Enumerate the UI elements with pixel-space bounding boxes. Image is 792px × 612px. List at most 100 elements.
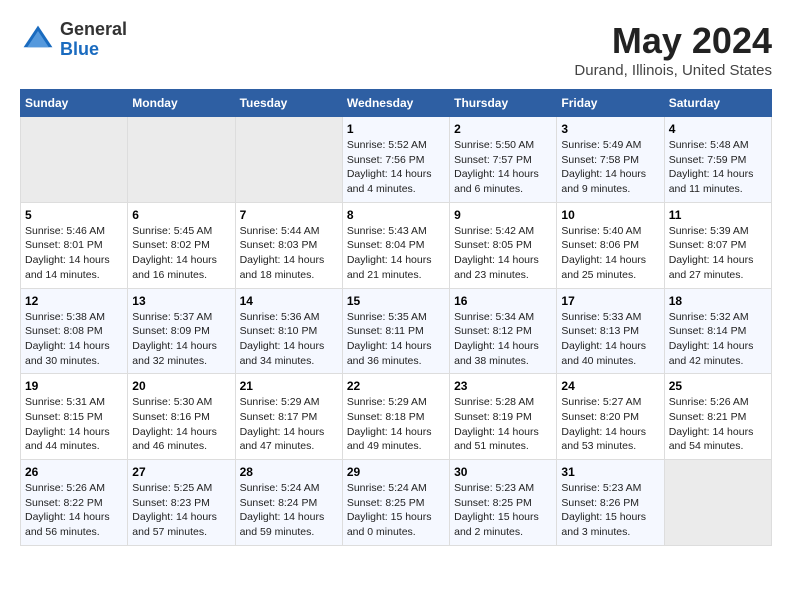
day-info: Sunrise: 5:34 AM Sunset: 8:12 PM Dayligh… — [454, 310, 552, 369]
day-number: 22 — [347, 379, 445, 393]
day-info: Sunrise: 5:36 AM Sunset: 8:10 PM Dayligh… — [240, 310, 338, 369]
calendar-cell: 11 Sunrise: 5:39 AM Sunset: 8:07 PM Dayli… — [664, 202, 771, 288]
day-info: Sunrise: 5:37 AM Sunset: 8:09 PM Dayligh… — [132, 310, 230, 369]
day-number: 19 — [25, 379, 123, 393]
day-number: 27 — [132, 465, 230, 479]
calendar-cell — [21, 117, 128, 203]
calendar-cell: 19 Sunrise: 5:31 AM Sunset: 8:15 PM Dayli… — [21, 374, 128, 460]
calendar-cell: 31 Sunrise: 5:23 AM Sunset: 8:26 PM Dayli… — [557, 460, 664, 546]
calendar-cell: 20 Sunrise: 5:30 AM Sunset: 8:16 PM Dayli… — [128, 374, 235, 460]
calendar-cell: 7 Sunrise: 5:44 AM Sunset: 8:03 PM Daylig… — [235, 202, 342, 288]
calendar-cell: 23Sunrise: 5:28 AM Sunset: 8:19 PM Dayli… — [450, 374, 557, 460]
weekday-header-sunday: Sunday — [21, 90, 128, 117]
calendar-cell: 1Sunrise: 5:52 AM Sunset: 7:56 PM Daylig… — [342, 117, 449, 203]
calendar-week-row: 1Sunrise: 5:52 AM Sunset: 7:56 PM Daylig… — [21, 117, 772, 203]
day-info: Sunrise: 5:48 AM Sunset: 7:59 PM Dayligh… — [669, 138, 767, 197]
calendar-cell: 8 Sunrise: 5:43 AM Sunset: 8:04 PM Daylig… — [342, 202, 449, 288]
calendar-cell — [664, 460, 771, 546]
day-number: 7 — [240, 208, 338, 222]
day-number: 14 — [240, 294, 338, 308]
day-number: 26 — [25, 465, 123, 479]
day-number: 18 — [669, 294, 767, 308]
calendar-cell: 22Sunrise: 5:29 AM Sunset: 8:18 PM Dayli… — [342, 374, 449, 460]
day-number: 28 — [240, 465, 338, 479]
weekday-header-row: SundayMondayTuesdayWednesdayThursdayFrid… — [21, 90, 772, 117]
day-number: 12 — [25, 294, 123, 308]
calendar-cell: 17 Sunrise: 5:33 AM Sunset: 8:13 PM Dayli… — [557, 288, 664, 374]
day-number: 9 — [454, 208, 552, 222]
calendar-cell: 27 Sunrise: 5:25 AM Sunset: 8:23 PM Dayli… — [128, 460, 235, 546]
day-info: Sunrise: 5:43 AM Sunset: 8:04 PM Dayligh… — [347, 224, 445, 283]
calendar-cell — [235, 117, 342, 203]
calendar-cell: 5Sunrise: 5:46 AM Sunset: 8:01 PM Daylig… — [21, 202, 128, 288]
day-info: Sunrise: 5:27 AM Sunset: 8:20 PM Dayligh… — [561, 395, 659, 454]
day-number: 24 — [561, 379, 659, 393]
calendar-cell: 10Sunrise: 5:40 AM Sunset: 8:06 PM Dayli… — [557, 202, 664, 288]
day-number: 31 — [561, 465, 659, 479]
day-number: 4 — [669, 122, 767, 136]
calendar-cell: 16Sunrise: 5:34 AM Sunset: 8:12 PM Dayli… — [450, 288, 557, 374]
calendar-cell: 12 Sunrise: 5:38 AM Sunset: 8:08 PM Dayli… — [21, 288, 128, 374]
day-info: Sunrise: 5:50 AM Sunset: 7:57 PM Dayligh… — [454, 138, 552, 197]
day-info: Sunrise: 5:30 AM Sunset: 8:16 PM Dayligh… — [132, 395, 230, 454]
main-title: May 2024 — [574, 20, 772, 62]
day-info: Sunrise: 5:23 AM Sunset: 8:25 PM Dayligh… — [454, 481, 552, 540]
day-number: 11 — [669, 208, 767, 222]
day-info: Sunrise: 5:39 AM Sunset: 8:07 PM Dayligh… — [669, 224, 767, 283]
calendar-cell: 25 Sunrise: 5:26 AM Sunset: 8:21 PM Dayli… — [664, 374, 771, 460]
title-block: May 2024 Durand, Illinois, United States — [574, 20, 772, 79]
calendar-cell: 2 Sunrise: 5:50 AM Sunset: 7:57 PM Daylig… — [450, 117, 557, 203]
day-info: Sunrise: 5:42 AM Sunset: 8:05 PM Dayligh… — [454, 224, 552, 283]
day-number: 25 — [669, 379, 767, 393]
weekday-header-tuesday: Tuesday — [235, 90, 342, 117]
calendar-table: SundayMondayTuesdayWednesdayThursdayFrid… — [20, 89, 772, 546]
weekday-header-monday: Monday — [128, 90, 235, 117]
calendar-cell: 9 Sunrise: 5:42 AM Sunset: 8:05 PM Daylig… — [450, 202, 557, 288]
calendar-cell: 4 Sunrise: 5:48 AM Sunset: 7:59 PM Daylig… — [664, 117, 771, 203]
calendar-week-row: 26 Sunrise: 5:26 AM Sunset: 8:22 PM Dayli… — [21, 460, 772, 546]
day-number: 2 — [454, 122, 552, 136]
day-info: Sunrise: 5:45 AM Sunset: 8:02 PM Dayligh… — [132, 224, 230, 283]
day-info: Sunrise: 5:38 AM Sunset: 8:08 PM Dayligh… — [25, 310, 123, 369]
day-number: 20 — [132, 379, 230, 393]
day-info: Sunrise: 5:25 AM Sunset: 8:23 PM Dayligh… — [132, 481, 230, 540]
logo-icon — [20, 22, 56, 58]
calendar-cell: 29 Sunrise: 5:24 AM Sunset: 8:25 PM Dayli… — [342, 460, 449, 546]
subtitle: Durand, Illinois, United States — [574, 62, 772, 79]
day-number: 6 — [132, 208, 230, 222]
calendar-week-row: 12 Sunrise: 5:38 AM Sunset: 8:08 PM Dayli… — [21, 288, 772, 374]
day-number: 15 — [347, 294, 445, 308]
calendar-cell: 3Sunrise: 5:49 AM Sunset: 7:58 PM Daylig… — [557, 117, 664, 203]
day-info: Sunrise: 5:35 AM Sunset: 8:11 PM Dayligh… — [347, 310, 445, 369]
calendar-cell: 14 Sunrise: 5:36 AM Sunset: 8:10 PM Dayli… — [235, 288, 342, 374]
day-info: Sunrise: 5:23 AM Sunset: 8:26 PM Dayligh… — [561, 481, 659, 540]
calendar-cell: 21Sunrise: 5:29 AM Sunset: 8:17 PM Dayli… — [235, 374, 342, 460]
day-number: 5 — [25, 208, 123, 222]
calendar-cell: 6 Sunrise: 5:45 AM Sunset: 8:02 PM Daylig… — [128, 202, 235, 288]
day-number: 29 — [347, 465, 445, 479]
day-info: Sunrise: 5:44 AM Sunset: 8:03 PM Dayligh… — [240, 224, 338, 283]
day-info: Sunrise: 5:29 AM Sunset: 8:17 PM Dayligh… — [240, 395, 338, 454]
day-number: 1 — [347, 122, 445, 136]
calendar-cell: 18 Sunrise: 5:32 AM Sunset: 8:14 PM Dayli… — [664, 288, 771, 374]
calendar-cell: 13 Sunrise: 5:37 AM Sunset: 8:09 PM Dayli… — [128, 288, 235, 374]
day-info: Sunrise: 5:24 AM Sunset: 8:25 PM Dayligh… — [347, 481, 445, 540]
day-number: 17 — [561, 294, 659, 308]
day-number: 8 — [347, 208, 445, 222]
day-info: Sunrise: 5:40 AM Sunset: 8:06 PM Dayligh… — [561, 224, 659, 283]
day-info: Sunrise: 5:49 AM Sunset: 7:58 PM Dayligh… — [561, 138, 659, 197]
calendar-cell: 24 Sunrise: 5:27 AM Sunset: 8:20 PM Dayli… — [557, 374, 664, 460]
day-info: Sunrise: 5:31 AM Sunset: 8:15 PM Dayligh… — [25, 395, 123, 454]
weekday-header-saturday: Saturday — [664, 90, 771, 117]
day-number: 30 — [454, 465, 552, 479]
weekday-header-wednesday: Wednesday — [342, 90, 449, 117]
logo: General Blue — [20, 20, 127, 60]
day-info: Sunrise: 5:26 AM Sunset: 8:22 PM Dayligh… — [25, 481, 123, 540]
day-info: Sunrise: 5:26 AM Sunset: 8:21 PM Dayligh… — [669, 395, 767, 454]
calendar-cell: 26 Sunrise: 5:26 AM Sunset: 8:22 PM Dayli… — [21, 460, 128, 546]
day-info: Sunrise: 5:24 AM Sunset: 8:24 PM Dayligh… — [240, 481, 338, 540]
day-info: Sunrise: 5:32 AM Sunset: 8:14 PM Dayligh… — [669, 310, 767, 369]
day-info: Sunrise: 5:33 AM Sunset: 8:13 PM Dayligh… — [561, 310, 659, 369]
calendar-cell — [128, 117, 235, 203]
day-number: 13 — [132, 294, 230, 308]
